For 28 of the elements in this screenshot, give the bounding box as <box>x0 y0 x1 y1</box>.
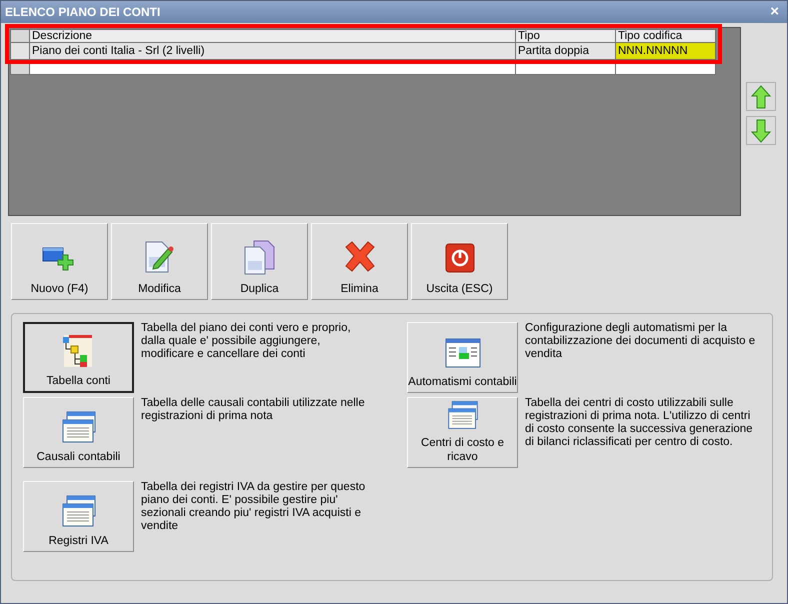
column-header[interactable]: Tipo <box>516 30 616 42</box>
move-up-button[interactable] <box>746 82 776 111</box>
section-description: Tabella dei registri IVA da gestire per questo piano dei conti. E' possibile gestire piu' sezionali creando piu' registri IVA acquisti e vendite <box>141 481 366 534</box>
toolbar-button[interactable]: Modifica <box>111 223 208 300</box>
window-title: ELENCO PIANO DEI CONTI <box>5 5 160 19</box>
up-arrow-icon <box>751 84 771 108</box>
column-header[interactable]: Descrizione <box>30 30 516 42</box>
table-cell: Piano dei conti Italia - Srl (2 livelli) <box>30 42 516 60</box>
section-button[interactable]: Automatismi contabili <box>407 322 518 393</box>
section-button[interactable]: Centri di costo e ricavo <box>407 397 518 468</box>
row-header-cell <box>10 30 30 42</box>
column-header[interactable]: Tipo codifica <box>616 30 716 42</box>
table-cell: NNN.NNNNN <box>616 42 716 60</box>
toolbar-button[interactable]: Nuovo (F4) <box>11 223 108 300</box>
toolbar-button[interactable]: Duplica <box>211 223 308 300</box>
toolbar-button[interactable]: Uscita (ESC) <box>411 223 508 300</box>
section-description: Configurazione degli automatismi per la contabilizzazione dei documenti di acquisto e vendita <box>525 322 756 362</box>
table-row[interactable]: Piano dei conti Italia - Srl (2 livelli) Partita doppia NNN.NNNNN <box>10 42 716 60</box>
table-cell: Partita doppia <box>516 42 616 60</box>
section-description: Tabella delle causali contabili utilizzate nelle registrazioni di prima nota <box>141 397 366 424</box>
section-button[interactable]: Registri IVA <box>23 481 134 552</box>
section-button[interactable]: Causali contabili <box>23 397 134 468</box>
section-description: Tabella dei centri di costo utilizzabili sulle registrazioni di prima nota. L'utilizzo di centri di costo consente la successiva generazione di bilanci riclassificati per centro di costo. <box>525 397 754 450</box>
toolbar-button[interactable]: Elimina <box>311 223 408 300</box>
section-button[interactable]: Tabella conti <box>23 322 134 393</box>
move-down-button[interactable] <box>746 116 776 145</box>
down-arrow-icon <box>751 118 771 142</box>
section-description: Tabella del piano dei conti vero e proprio, dalla quale e' possibile aggiungere, modificare e cancellare dei conti <box>141 322 352 362</box>
